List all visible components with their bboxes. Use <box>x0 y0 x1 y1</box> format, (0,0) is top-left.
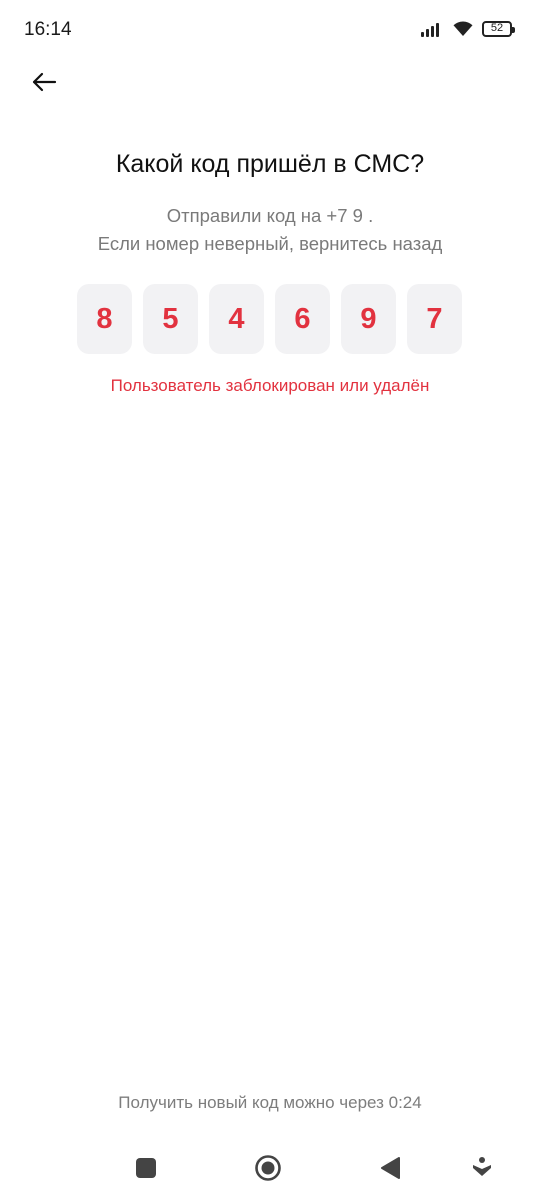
subtitle-hint-line: Если номер неверный, вернитесь назад <box>97 233 443 254</box>
status-icons: 52 <box>420 20 515 37</box>
accessibility-icon <box>473 1157 491 1176</box>
home-button[interactable] <box>248 1150 288 1186</box>
recents-button[interactable] <box>126 1150 166 1186</box>
status-bar: 16:14 52 <box>0 0 540 62</box>
code-digit-box[interactable]: 4 <box>209 284 264 354</box>
arrow-left-icon <box>32 72 57 92</box>
battery-level: 52 <box>490 22 504 34</box>
code-digit-box[interactable]: 5 <box>143 284 198 354</box>
status-time: 16:14 <box>24 19 72 40</box>
page-title: Какой код пришёл в СМС? <box>115 150 425 178</box>
back-triangle-icon <box>381 1157 400 1179</box>
sms-code-input[interactable]: 8 5 4 6 9 7 <box>77 284 462 354</box>
system-nav-bar <box>0 1140 540 1200</box>
battery-icon: 52 <box>482 20 515 37</box>
square-icon <box>136 1158 156 1178</box>
code-digit-box[interactable]: 7 <box>407 284 462 354</box>
accessibility-button[interactable] <box>462 1150 502 1186</box>
signal-icon <box>421 22 439 37</box>
subtitle: Отправили код на +7 9 . Если номер невер… <box>0 202 540 258</box>
back-button[interactable] <box>24 62 64 102</box>
wifi-icon <box>453 21 473 36</box>
circle-home-icon <box>255 1155 281 1181</box>
code-digit-box[interactable]: 8 <box>77 284 132 354</box>
code-digit-box[interactable]: 9 <box>341 284 396 354</box>
error-message: Пользователь заблокирован или удалён <box>110 376 430 395</box>
resend-timer: Получить новый код можно через 0:24 <box>118 1093 422 1112</box>
subtitle-phone-line: Отправили код на +7 9 . <box>166 205 374 226</box>
back-nav-button[interactable] <box>370 1150 410 1186</box>
code-digit-box[interactable]: 6 <box>275 284 330 354</box>
